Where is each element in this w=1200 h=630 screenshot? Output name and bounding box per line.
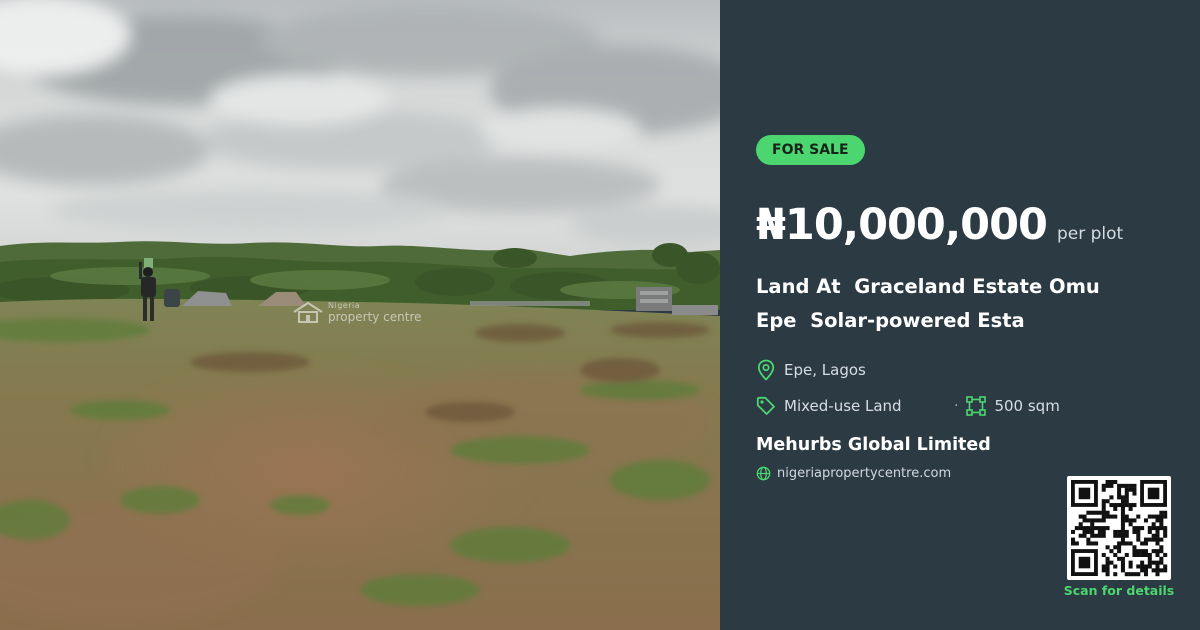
size-text: 500 sqm [994,397,1060,415]
listing-card: Nigeria property centre FOR SALE ₦10,000… [0,0,1200,630]
for-sale-badge: FOR SALE [756,135,865,165]
watermark: Nigeria property centre [292,301,422,323]
location-row: Epe, Lagos [756,359,866,381]
scan-for-details-label: Scan for details [1063,583,1175,598]
property-type-text: Mixed-use Land [784,397,902,415]
globe-icon [756,466,771,481]
price: ₦10,000,000 [756,200,1048,250]
agent-name: Mehurbs Global Limited [756,435,991,455]
listing-title: Land At Graceland Estate Omu Epe Solar-p… [756,275,1100,332]
website-row: nigeriapropertycentre.com [756,466,951,481]
watermark-brand-text: property centre [328,309,422,324]
price-row: ₦10,000,000 per plot [756,200,1123,250]
property-details-row: Mixed-use Land · 500 sqm [756,395,1060,417]
area-icon [966,395,987,417]
house-icon [292,301,324,323]
property-photo: Nigeria property centre [0,0,720,630]
map-pin-icon [756,359,776,381]
location-text: Epe, Lagos [784,361,866,379]
separator-dot: · [954,398,959,414]
watermark-top-text: Nigeria [328,300,361,310]
website-text: nigeriapropertycentre.com [777,466,952,481]
info-panel: FOR SALE ₦10,000,000 per plot Land At Gr… [720,0,1200,630]
qr-code [1067,476,1171,580]
price-unit: per plot [1056,224,1124,244]
tag-icon [756,395,776,417]
